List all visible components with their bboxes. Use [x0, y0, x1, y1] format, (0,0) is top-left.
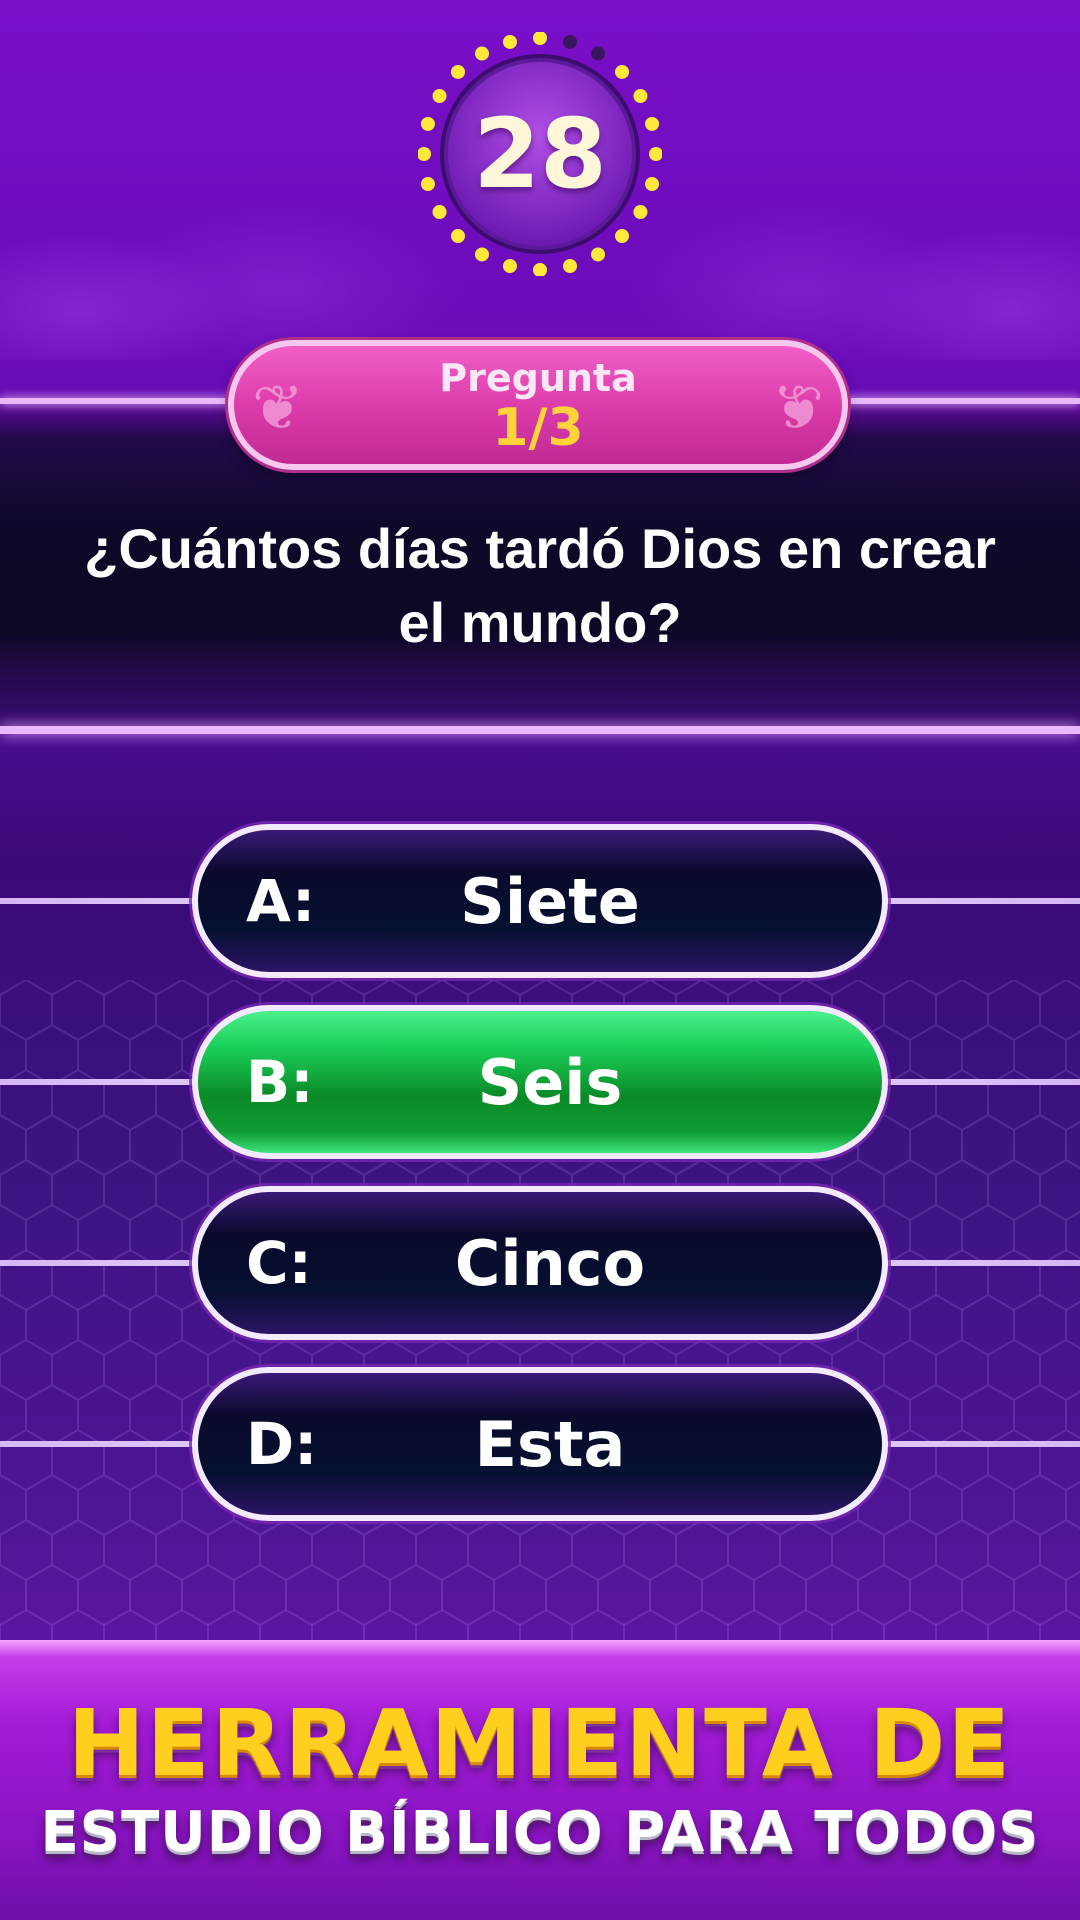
timer-value: 28 — [473, 98, 607, 210]
answer-a-button[interactable]: A: Siete — [192, 824, 888, 978]
question-counter-value: 1/3 — [492, 398, 584, 458]
answer-d-button[interactable]: D: Esta — [192, 1367, 888, 1521]
question-text: ¿Cuántos días tardó Dios en crear el mun… — [84, 517, 996, 654]
countdown-timer: 28 — [418, 32, 662, 276]
question-panel-bottom-line — [0, 726, 1080, 734]
promo-banner-subtitle: ESTUDIO BÍBLICO PARA TODOS — [40, 1800, 1040, 1865]
answer-text: Cinco — [454, 1226, 646, 1300]
question-counter-label: Pregunta — [439, 356, 637, 400]
answer-text: Esta — [474, 1407, 626, 1481]
promo-banner-title: HERRAMIENTA DE — [67, 1690, 1013, 1797]
answer-text: Seis — [477, 1045, 623, 1119]
answer-b-button[interactable]: B: Seis — [192, 1005, 888, 1159]
answer-text: Siete — [460, 864, 640, 938]
answer-c-button[interactable]: C: Cinco — [192, 1186, 888, 1340]
question-counter-badge: ❦ ❦ Pregunta 1/3 — [228, 340, 848, 470]
game-screen: 28 ❦ ❦ Pregunta 1/3 ¿Cuántos días tardó … — [0, 0, 1080, 1920]
